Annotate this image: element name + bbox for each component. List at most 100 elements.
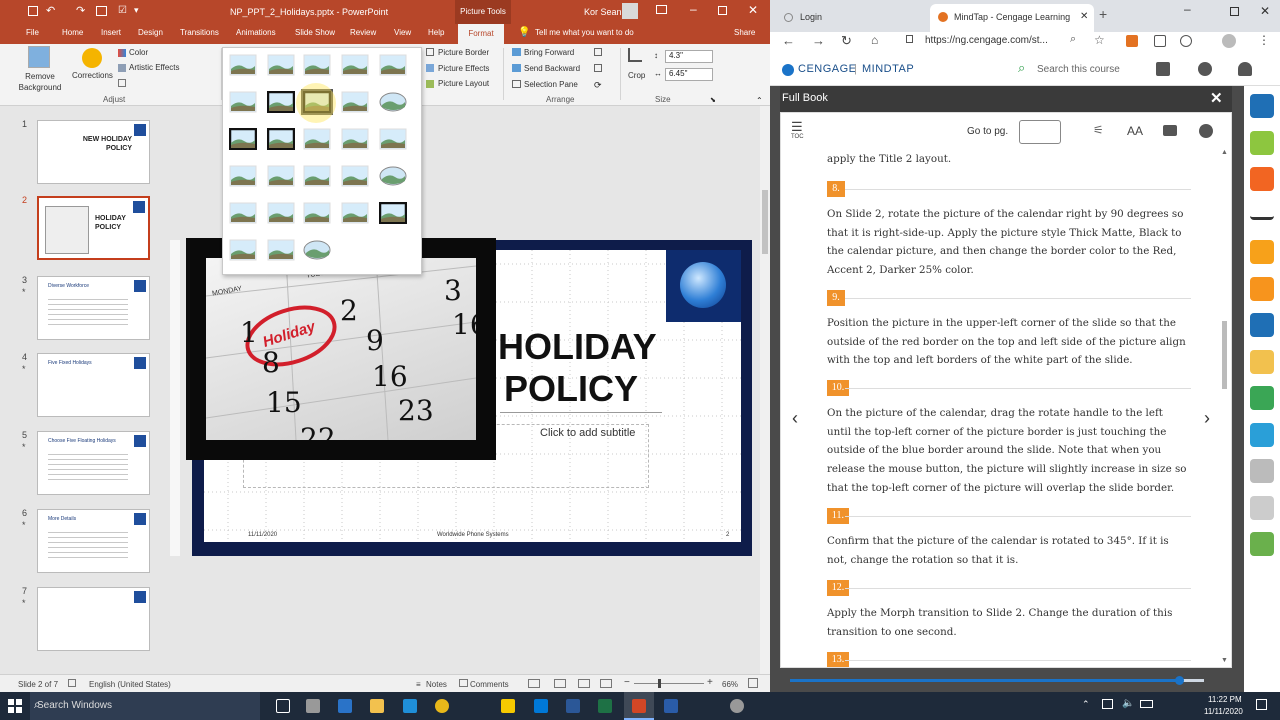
share-button[interactable]: Share (734, 28, 755, 37)
account-icon[interactable] (1238, 62, 1252, 76)
picture-style-option[interactable] (229, 165, 257, 187)
tab-design[interactable]: Design (138, 28, 163, 37)
tab-slideshow[interactable]: Slide Show (295, 28, 335, 37)
tab-view[interactable]: View (394, 28, 411, 37)
file-explorer-icon[interactable] (370, 699, 384, 713)
picture-style-option[interactable] (303, 54, 331, 76)
browser-minimize-icon[interactable]: – (1184, 2, 1191, 16)
corrections-button[interactable]: Corrections (72, 71, 113, 80)
slide-counter[interactable]: Slide 2 of 7 (18, 680, 58, 689)
tab-file[interactable]: File (26, 28, 39, 37)
tell-me-input[interactable]: Tell me what you want to do (535, 28, 634, 37)
avatar[interactable] (622, 3, 638, 19)
collapse-ribbon-icon[interactable]: ⌃ (756, 96, 763, 105)
picture-style-option[interactable] (267, 54, 295, 76)
tray-chevron-icon[interactable]: ⌃ (1082, 699, 1090, 710)
picture-style-option[interactable] (341, 128, 369, 150)
tab-close-icon[interactable]: ✕ (1080, 11, 1088, 22)
flashcards-icon[interactable] (1250, 459, 1274, 483)
slide-thumbnail[interactable]: Diverse Workforce (37, 276, 150, 340)
back-icon[interactable]: ← (782, 33, 795, 48)
book-icon[interactable] (1250, 313, 1274, 337)
comments-button[interactable]: Comments (470, 680, 509, 689)
browser-menu-icon[interactable]: ⋮ (1258, 33, 1270, 47)
edge-icon[interactable] (403, 699, 417, 713)
tab-mindtap[interactable]: MindTap - Cengage Learning ✕ (930, 4, 1094, 32)
bring-forward-button[interactable]: Bring Forward (524, 48, 574, 57)
slide-sorter-icon[interactable] (554, 679, 566, 688)
taskbar-search-input[interactable]: Search Windows (37, 700, 112, 711)
zoom-out-icon[interactable]: − (624, 677, 630, 688)
bookmark-star-icon[interactable]: ☆ (1094, 33, 1105, 47)
spellcheck-icon[interactable] (68, 679, 76, 687)
slideshow-icon[interactable] (600, 679, 612, 688)
print-icon[interactable] (1163, 125, 1177, 136)
clock-time[interactable]: 11:22 PM (1208, 695, 1242, 704)
maximize-icon[interactable] (718, 6, 727, 15)
picture-border-button[interactable]: Picture Border (438, 48, 489, 57)
task-view-icon[interactable] (276, 699, 290, 713)
compress-icon[interactable] (118, 79, 126, 87)
rss-icon[interactable] (1250, 167, 1274, 191)
picture-style-option[interactable] (379, 165, 407, 187)
picture-style-option[interactable] (267, 165, 295, 187)
picture-style-option[interactable] (379, 128, 407, 150)
prev-page-icon[interactable]: ‹ (792, 408, 798, 429)
tab-insert[interactable]: Insert (101, 28, 121, 37)
goto-page-input[interactable] (1019, 120, 1061, 144)
picture-style-option[interactable] (378, 201, 408, 225)
picture-style-option[interactable] (341, 91, 369, 113)
zoom-in-icon[interactable]: + (707, 677, 713, 688)
notes-button[interactable]: Notes (426, 680, 447, 689)
picture-style-option[interactable] (267, 202, 295, 224)
fit-slide-icon[interactable] (748, 678, 758, 688)
picture-style-option[interactable] (267, 239, 295, 261)
toc-icon[interactable]: ☰ (791, 119, 803, 135)
zoom-page-icon[interactable]: ⌕ (1070, 33, 1076, 46)
close-icon[interactable]: ✕ (748, 3, 758, 17)
qat-check-icon[interactable]: ☑ (118, 5, 127, 16)
canvas-scrollbar[interactable] (760, 106, 770, 674)
color-button[interactable]: Color (129, 48, 148, 57)
artistic-effects-button[interactable]: Artistic Effects (129, 63, 180, 72)
network-icon[interactable] (1102, 699, 1113, 709)
selection-pane-button[interactable]: Selection Pane (524, 80, 578, 89)
tab-transitions[interactable]: Transitions (180, 28, 219, 37)
minimize-icon[interactable]: – (690, 2, 697, 16)
zoom-slider[interactable] (634, 683, 704, 684)
zoom-slider-thumb[interactable] (658, 679, 661, 688)
crop-button[interactable]: Crop (628, 71, 645, 80)
home-icon[interactable]: ⌂ (871, 33, 878, 47)
picture-styles-gallery[interactable] (222, 47, 422, 275)
reader-help-icon[interactable] (1199, 124, 1213, 138)
word-icon[interactable] (566, 699, 580, 713)
picture-style-option[interactable] (303, 239, 331, 261)
mail-icon[interactable] (338, 699, 352, 713)
reload-icon[interactable]: ↻ (841, 33, 852, 49)
picture-style-option[interactable] (228, 127, 258, 151)
browser-maximize-icon[interactable] (1230, 7, 1239, 16)
extension3-icon[interactable] (1180, 35, 1192, 47)
undo-icon[interactable]: ↶ (46, 4, 55, 17)
notifications-icon[interactable] (1256, 699, 1267, 710)
picture-style-option[interactable] (303, 128, 331, 150)
excel-icon[interactable] (598, 699, 612, 713)
slide-thumbnail[interactable]: Five Fixed Holidays (37, 353, 150, 417)
scm-icon[interactable] (1250, 212, 1274, 220)
picture-effects-button[interactable]: Picture Effects (438, 64, 489, 73)
zoom-level[interactable]: 66% (722, 680, 738, 689)
notes-icon[interactable] (1250, 349, 1274, 374)
browser-close-icon[interactable]: ✕ (1260, 4, 1270, 18)
scroll-thumb[interactable] (762, 190, 768, 254)
briefcase-icon[interactable] (1250, 94, 1274, 118)
picture-style-option[interactable] (303, 202, 331, 224)
tab-review[interactable]: Review (350, 28, 376, 37)
align-icon[interactable] (594, 48, 602, 56)
picture-style-option[interactable] (379, 91, 407, 113)
pencil-icon[interactable] (1250, 130, 1274, 155)
rotate-icon[interactable]: ⟳ (594, 80, 602, 91)
language-label[interactable]: English (United States) (89, 680, 171, 689)
qat-more-icon[interactable]: ▾ (134, 5, 139, 16)
green-circle-icon[interactable] (1250, 532, 1274, 556)
reading-progress[interactable] (790, 676, 1204, 685)
